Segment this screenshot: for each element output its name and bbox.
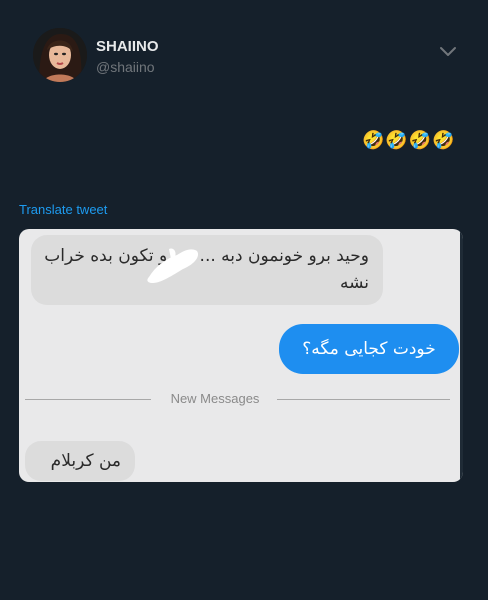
media-edge — [460, 229, 463, 482]
new-messages-divider: New Messages — [25, 391, 450, 406]
avatar-image — [33, 28, 87, 82]
tweet-media-image[interactable]: وحید برو خونمون دبه ... ی رو تکون بده خر… — [19, 229, 463, 482]
divider-line — [25, 399, 151, 400]
chat-bubble-outgoing: خودت کجایی مگه؟ — [279, 324, 459, 374]
tweet-text: 🤣🤣🤣🤣 — [362, 130, 456, 151]
author-display-name[interactable]: SHAIINO — [96, 38, 159, 55]
chat-bubble-incoming: من کربلام — [25, 441, 135, 481]
author-handle[interactable]: @shaiino — [96, 59, 155, 75]
divider-label: New Messages — [170, 391, 260, 406]
divider-line — [277, 399, 450, 400]
scribble-icon — [147, 248, 199, 283]
chat-bubble-incoming: وحید برو خونمون دبه ... ی رو تکون بده خر… — [31, 235, 383, 305]
chevron-down-icon[interactable] — [438, 44, 458, 60]
avatar[interactable] — [33, 28, 87, 82]
translate-tweet-link[interactable]: Translate tweet — [19, 202, 107, 217]
